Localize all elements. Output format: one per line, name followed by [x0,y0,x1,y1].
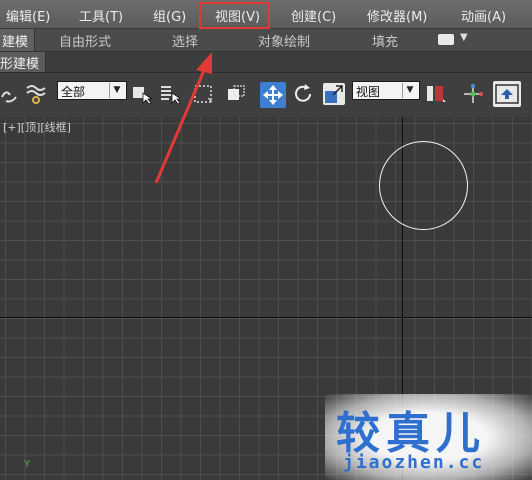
rectangular-selection-region-icon[interactable] [193,83,215,105]
select-and-move-icon[interactable] [260,82,286,108]
menu-create[interactable]: 创建(C) [291,6,336,25]
select-and-manipulate-icon[interactable] [462,83,484,105]
unlink-icon[interactable] [0,83,22,105]
menu-edit[interactable]: 编辑(E) [6,6,50,25]
ribbon-tab-modeling[interactable]: 建模 [0,29,36,51]
ribbon-panel-bar: 形建模 [0,52,532,72]
ribbon-tab-bar: 建模 自由形式 选择 对象绘制 填充 ▼ [0,29,532,52]
chevron-down-icon[interactable]: ▼ [460,32,468,43]
menu-modifiers[interactable]: 修改器(M) [367,6,427,25]
ribbon-tab-object-paint[interactable]: 对象绘制 [258,31,310,50]
selection-filter-dropdown[interactable]: 全部 ▼ [57,81,127,100]
main-toolbar: 全部 ▼ 视图 ▼ [0,72,532,118]
bind-space-warp-icon[interactable] [25,83,47,105]
select-object-icon[interactable] [131,83,153,105]
menu-view-highlight-box [199,2,270,29]
watermark-url: jiaozhen.cc [343,452,485,473]
select-and-scale-icon[interactable] [323,83,345,105]
ribbon-tab-selection[interactable]: 选择 [172,31,198,50]
keyboard-shortcut-override-icon[interactable] [493,81,521,107]
world-x-axis-line [0,317,532,318]
use-pivot-point-center-icon[interactable] [425,83,447,105]
ribbon-panel-title[interactable]: 形建模 [0,52,47,72]
menu-tools[interactable]: 工具(T) [79,6,123,25]
ribbon-tab-populate[interactable]: 填充 [372,31,398,50]
chevron-down-icon: ▼ [402,83,417,98]
chevron-down-icon: ▼ [109,83,124,98]
selection-filter-value: 全部 [61,85,86,99]
circle-shape-object[interactable] [379,141,468,230]
ribbon-options-button[interactable] [438,34,454,45]
ribbon-tab-freeform[interactable]: 自由形式 [59,31,111,50]
menu-animation[interactable]: 动画(A) [461,6,506,25]
viewport-label[interactable]: [+][顶][线框] [3,119,71,135]
axis-tripod-y-label: Y [24,459,31,470]
window-crossing-toggle-icon[interactable] [225,83,247,105]
select-by-name-icon[interactable] [158,83,180,105]
menu-group[interactable]: 组(G) [153,6,186,25]
menu-bar: 编辑(E) 工具(T) 组(G) 视图(V) 创建(C) 修改器(M) 动画(A… [0,0,532,29]
reference-coordinate-dropdown[interactable]: 视图 ▼ [352,81,420,100]
select-and-rotate-icon[interactable] [293,83,315,105]
reference-coordinate-value: 视图 [356,85,381,99]
